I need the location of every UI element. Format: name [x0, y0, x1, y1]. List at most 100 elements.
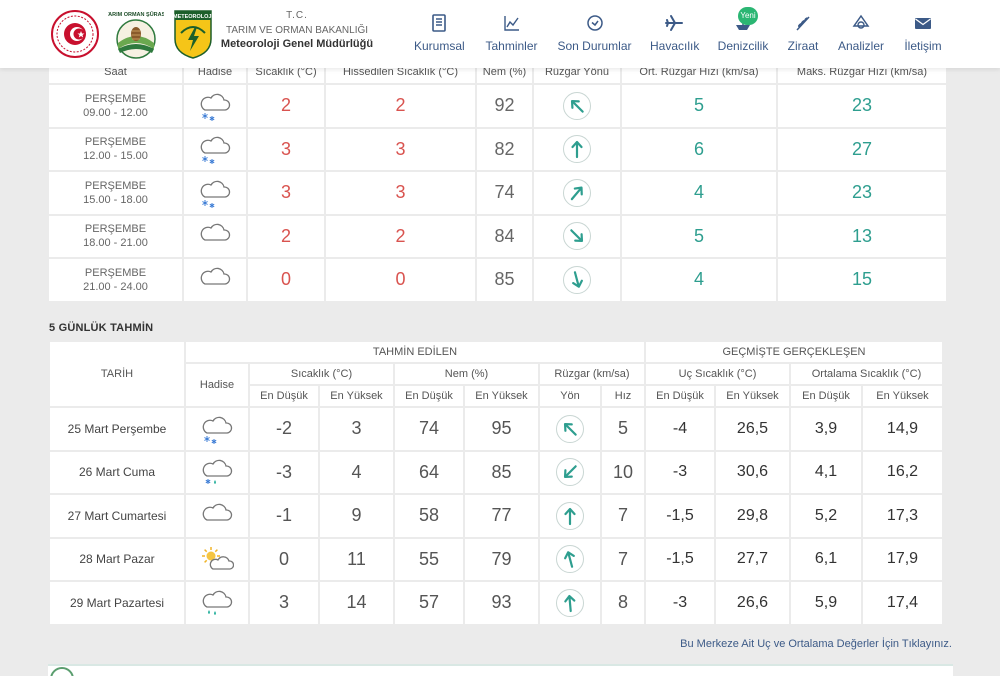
temperature-cell: 2: [248, 85, 324, 127]
date-cell: 27 Mart Cumartesi: [50, 495, 184, 537]
event-cell: [184, 215, 246, 257]
humidity-max-cell: 85: [465, 451, 538, 493]
average-max-cell: 17,3: [863, 495, 942, 537]
extreme-max-cell: 26,5: [716, 408, 789, 450]
time-cell: PERŞEMBE 21.00 - 24.00: [49, 259, 182, 301]
subheader-hum-high: En Yüksek: [465, 386, 538, 406]
max-wind-cell: 27: [778, 128, 946, 170]
humidity-cell: 84: [477, 215, 532, 257]
col-header-nem: Nem (%): [395, 364, 538, 384]
day-label: PERŞEMBE: [84, 223, 147, 236]
nav-label: İletişim: [904, 39, 942, 53]
envelope-icon: [915, 18, 931, 29]
temperature-cell: 3: [248, 128, 324, 170]
wind-direction-cell: [534, 85, 620, 127]
average-max-cell: 16,2: [863, 451, 942, 493]
humidity-cell: 82: [477, 128, 532, 170]
extreme-min-cell: -1,5: [646, 538, 714, 580]
date-cell: 25 Mart Perşembe: [50, 408, 184, 450]
nav-son-durumlar[interactable]: Son Durumlar: [557, 14, 632, 53]
wind-direction-icon: [556, 545, 584, 574]
humidity-max-cell: 79: [465, 538, 538, 580]
group-header-forecast: TAHMİN EDİLEN: [186, 342, 644, 362]
group-header-actual: GEÇMİŞTE GERÇEKLEŞEN: [646, 342, 942, 362]
wind-direction-icon: [556, 588, 584, 617]
cloud-icon: [186, 499, 248, 533]
subheader-temp-high: En Yüksek: [320, 386, 393, 406]
event-cell: [184, 172, 246, 214]
event-cell: [184, 259, 246, 301]
nav-ziraat[interactable]: Ziraat: [787, 14, 819, 53]
cloud-icon: [184, 219, 246, 253]
wind-direction-icon: [563, 135, 591, 164]
wind-direction-icon: [556, 414, 584, 443]
new-badge: Yeni: [738, 7, 758, 25]
average-min-cell: 3,9: [791, 408, 861, 450]
wind-speed-cell: 10: [602, 451, 644, 493]
five-day-forecast-table: TARİH TAHMİN EDİLEN GEÇMİŞTE GERÇEKLEŞEN…: [48, 340, 944, 626]
chart-icon: [503, 16, 519, 31]
max-wind-cell: 15: [778, 259, 946, 301]
tarim-orman-logo[interactable]: [50, 9, 100, 59]
analysis-icon: [852, 14, 870, 29]
table-row: 26 Mart Cuma -3 4 64 85 10 -3 30,6 4,1 16,2: [50, 451, 942, 493]
time-cell: PERŞEMBE 12.00 - 15.00: [49, 128, 182, 170]
temp-max-cell: 11: [320, 538, 393, 580]
nav-tahminler[interactable]: Tahminler: [484, 14, 539, 53]
extreme-min-cell: -4: [646, 408, 714, 450]
subheader-hum-low: En Düşük: [395, 386, 463, 406]
max-wind-cell: 23: [778, 85, 946, 127]
table-row: 29 Mart Pazartesi 3 14 57 93 8 -3 26,6 5,9 17,4: [50, 582, 942, 624]
temp-max-cell: 14: [320, 582, 393, 624]
tarim-orman-surasi-logo[interactable]: TARIM ORMAN ŞÛRASI: [108, 9, 164, 61]
wind-direction-cell: [540, 408, 600, 450]
extreme-max-cell: 26,6: [716, 582, 789, 624]
svg-text:METEOROLOJİ: METEOROLOJİ: [173, 13, 213, 20]
nav-denizcilik[interactable]: Yeni Denizcilik: [717, 7, 769, 53]
tc-label: T.C.: [286, 10, 308, 21]
nav-label: Tahminler: [485, 39, 538, 53]
table-row: 27 Mart Cumartesi -1 9 58 77 7 -1,5 29,8 5,2 17,3: [50, 495, 942, 537]
five-day-title: 5 GÜNLÜK TAHMİN: [49, 322, 154, 334]
extreme-min-cell: -3: [646, 582, 714, 624]
temp-max-cell: 9: [320, 495, 393, 537]
nav-kurumsal[interactable]: Kurumsal: [414, 14, 465, 53]
subheader-wind-dir: Yön: [540, 386, 600, 406]
feels-like-cell: 2: [326, 85, 475, 127]
extreme-min-cell: -1,5: [646, 495, 714, 537]
feels-like-cell: 2: [326, 215, 475, 257]
table-row: PERŞEMBE 12.00 - 15.00 3 3 82 6 27: [49, 128, 946, 170]
temp-min-cell: -3: [250, 451, 318, 493]
bottom-panel: [48, 664, 953, 676]
nav-analizler[interactable]: Analizler: [837, 14, 885, 53]
nav-iletisim[interactable]: İletişim: [903, 14, 943, 53]
temperature-cell: 0: [248, 259, 324, 301]
table-row: PERŞEMBE 09.00 - 12.00 2 2 92 5 23: [49, 85, 946, 127]
wind-speed-cell: 8: [602, 582, 644, 624]
temp-max-cell: 4: [320, 451, 393, 493]
date-cell: 26 Mart Cuma: [50, 451, 184, 493]
subheader-avg-high: En Yüksek: [863, 386, 942, 406]
extreme-max-cell: 27,7: [716, 538, 789, 580]
meteoroloji-logo[interactable]: METEOROLOJİ: [173, 9, 213, 59]
event-cell: [186, 451, 248, 493]
table-row: PERŞEMBE 15.00 - 18.00 3 3 74 4 23: [49, 172, 946, 214]
event-cell: [184, 85, 246, 127]
feels-like-cell: 0: [326, 259, 475, 301]
day-label: PERŞEMBE: [84, 92, 147, 105]
nav-havacilik[interactable]: Havacılık: [650, 14, 699, 53]
col-header-uc-sicaklik: Uç Sıcaklık (°C): [646, 364, 789, 384]
wheat-icon: [796, 16, 810, 31]
nav-label: Analizler: [837, 39, 885, 53]
plane-icon: [665, 15, 683, 31]
mgm-label: Meteoroloji Genel Müdürlüğü: [220, 38, 374, 50]
clock-check-icon: [586, 15, 603, 31]
humidity-min-cell: 58: [395, 495, 463, 537]
wind-direction-icon: [563, 178, 591, 207]
humidity-cell: 85: [477, 259, 532, 301]
wind-direction-cell: [534, 259, 620, 301]
temp-min-cell: 0: [250, 538, 318, 580]
ministry-name[interactable]: T.C. TARIM VE ORMAN BAKANLIĞI Meteoroloj…: [212, 10, 382, 50]
wind-speed-cell: 5: [602, 408, 644, 450]
extremes-link[interactable]: Bu Merkeze Ait Uç ve Ortalama Değerler İ…: [680, 638, 952, 650]
